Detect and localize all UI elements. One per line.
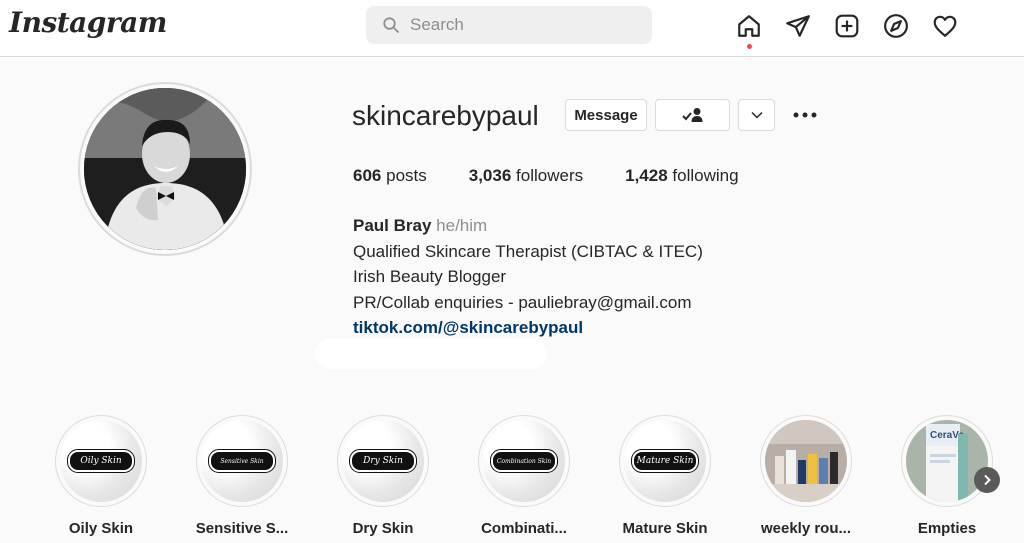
pronouns: he/him: [436, 216, 488, 235]
story-highlight[interactable]: Dry Skin Dry Skin: [328, 415, 438, 537]
highlight-label: Sensitive S...: [195, 520, 289, 537]
highlight-cover-empties: CeraVe: [906, 420, 988, 502]
highlight-ring: Mature Skin: [619, 415, 711, 507]
redaction-blob: [315, 339, 547, 369]
message-button[interactable]: Message: [565, 99, 647, 131]
highlight-cover-badge: Dry Skin: [349, 449, 417, 473]
highlight-cover: Sensitive Skin: [201, 420, 283, 502]
home-icon: [738, 15, 760, 37]
top-nav: [734, 11, 979, 49]
profile-stats: 606 posts 3,036 followers 1,428 followin…: [353, 166, 781, 186]
bio-line: Qualified Skincare Therapist (CIBTAC & I…: [353, 241, 703, 261]
profile-photo: [84, 88, 246, 250]
explore-icon: [884, 14, 908, 38]
bio-line: Irish Beauty Blogger: [353, 267, 507, 286]
highlight-cover-badge: Oily Skin: [67, 449, 135, 473]
highlight-cover-badge: Mature Skin: [631, 449, 699, 473]
profile-bio: Paul Bray he/him Qualified Skincare Ther…: [353, 213, 703, 341]
story-highlight[interactable]: Combination Skin Combinati...: [469, 415, 579, 537]
highlight-cover-badge: Combination Skin: [490, 449, 558, 473]
following-button[interactable]: [655, 99, 730, 131]
notification-dot: [747, 44, 752, 49]
explore-button[interactable]: [881, 11, 911, 41]
followers-label: followers: [516, 166, 584, 185]
more-options-button[interactable]: [790, 103, 820, 127]
direct-icon: [786, 15, 810, 37]
home-button[interactable]: [734, 11, 764, 49]
highlight-ring: [760, 415, 852, 507]
highlight-cover-products: [765, 420, 847, 502]
following-user-icon: [681, 108, 702, 122]
following-count: 1,428: [625, 166, 668, 185]
avatar[interactable]: [84, 88, 246, 250]
highlight-cover: Dry Skin: [342, 420, 424, 502]
search-input[interactable]: [410, 15, 630, 35]
posts-label: posts: [386, 166, 427, 185]
followers-count: 3,036: [468, 166, 512, 185]
highlight-cover-badge: Sensitive Skin: [208, 449, 276, 473]
instagram-logo[interactable]: Instagram: [9, 6, 167, 39]
following-label: following: [672, 166, 739, 185]
highlight-label: Oily Skin: [68, 520, 134, 537]
products-photo: [765, 420, 847, 502]
highlight-label: Empties: [917, 520, 977, 537]
highlight-cover: Oily Skin: [60, 420, 142, 502]
highlight-label: weekly rou...: [760, 520, 852, 537]
highlight-ring: Oily Skin: [55, 415, 147, 507]
story-highlight[interactable]: Sensitive Skin Sensitive S...: [187, 415, 297, 537]
story-highlight[interactable]: Oily Skin Oily Skin: [46, 415, 156, 537]
bio-line: PR/Collab enquiries - pauliebray@gmail.c…: [353, 292, 692, 312]
highlight-ring: Dry Skin: [337, 415, 429, 507]
chevron-down-icon: [750, 111, 763, 119]
highlight-cover: Mature Skin: [624, 420, 706, 502]
top-bar: Instagram: [0, 0, 1024, 57]
direct-button[interactable]: [783, 11, 813, 41]
highlight-ring: Sensitive Skin: [196, 415, 288, 507]
story-highlight[interactable]: Mature Skin Mature Skin: [610, 415, 720, 537]
suggested-accounts-button[interactable]: [738, 99, 775, 131]
search-box[interactable]: [366, 6, 652, 44]
bio-link[interactable]: tiktok.com/@skincarebypaul: [353, 318, 583, 337]
empties-photo: CeraVe: [906, 420, 988, 502]
followers-stat[interactable]: 3,036 followers: [469, 166, 583, 186]
chevron-right-icon: [984, 474, 991, 486]
following-stat[interactable]: 1,428 following: [625, 166, 738, 186]
posts-stat: 606 posts: [353, 166, 427, 186]
more-icon: [793, 112, 817, 118]
bio-name-line: Paul Bray he/him: [353, 213, 703, 239]
posts-count: 606: [353, 166, 382, 185]
highlight-cover: Combination Skin: [483, 420, 565, 502]
heart-icon: [933, 15, 957, 37]
highlight-ring: Combination Skin: [478, 415, 570, 507]
search-icon: [383, 17, 400, 34]
highlights-next-button[interactable]: [974, 467, 1000, 493]
profile-username: skincarebypaul: [352, 100, 539, 131]
new-post-button[interactable]: [832, 11, 862, 41]
highlight-label: Mature Skin: [622, 520, 708, 537]
highlight-label: Dry Skin: [352, 520, 414, 537]
full-name: Paul Bray: [353, 216, 432, 235]
highlight-label: Combinati...: [481, 520, 567, 537]
activity-button[interactable]: [930, 11, 960, 41]
new-post-icon: [835, 14, 859, 38]
story-highlight[interactable]: weekly rou...: [751, 415, 861, 537]
highlight-ring: CeraVe: [901, 415, 993, 507]
